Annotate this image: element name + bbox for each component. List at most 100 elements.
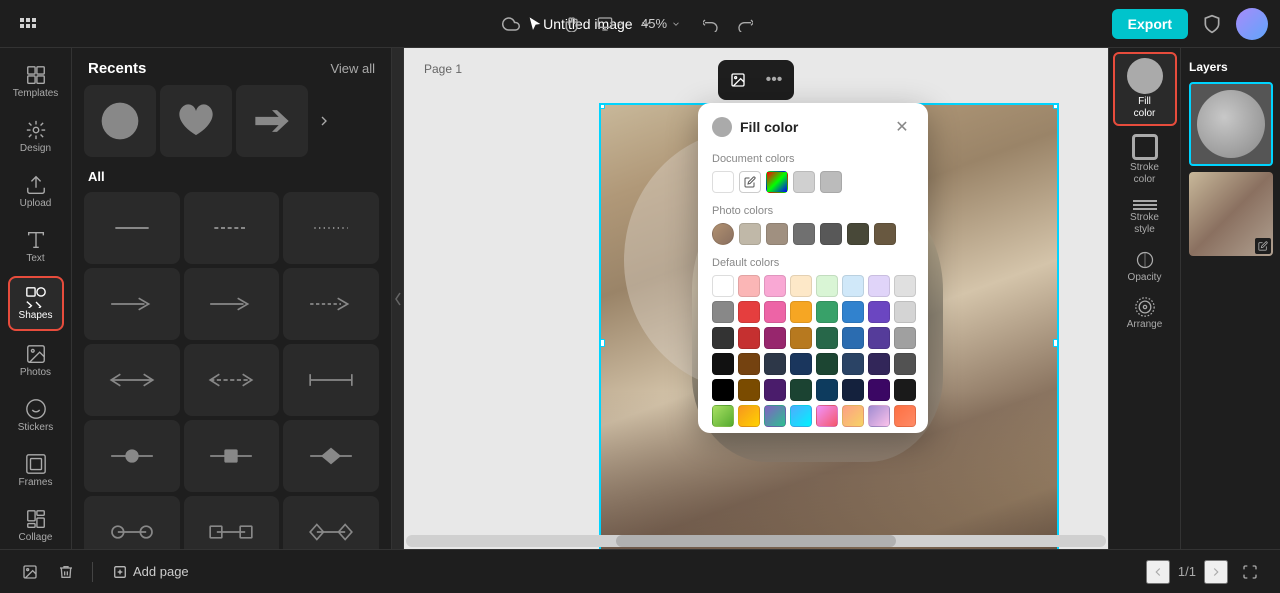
def-color-39[interactable]: [894, 379, 916, 401]
def-color-8[interactable]: [712, 301, 734, 323]
stroke-style-tool[interactable]: Strokestyle: [1113, 194, 1177, 242]
undo-button[interactable]: [695, 8, 727, 40]
doc-color-white[interactable]: [712, 171, 734, 193]
def-color-27[interactable]: [790, 353, 812, 375]
sidebar-item-frames[interactable]: Frames: [8, 445, 64, 496]
def-color-16[interactable]: [712, 327, 734, 349]
def-color-7[interactable]: [894, 275, 916, 297]
hand-tool-button[interactable]: [557, 8, 589, 40]
export-button[interactable]: Export: [1112, 9, 1188, 39]
sidebar-item-collage[interactable]: Collage: [8, 500, 64, 549]
avatar[interactable]: [1236, 8, 1268, 40]
doc-color-gray[interactable]: [820, 171, 842, 193]
view-all-button[interactable]: View all: [330, 61, 375, 76]
def-color-34[interactable]: [764, 379, 786, 401]
recent-shape-circle[interactable]: [84, 85, 156, 157]
def-color-32[interactable]: [712, 379, 734, 401]
resize-handle-mr[interactable]: [1053, 339, 1059, 347]
fill-color-tool[interactable]: Fillcolor: [1113, 52, 1177, 126]
shape-tile-rect-ends[interactable]: [184, 496, 280, 549]
photo-swatch-1[interactable]: [739, 223, 761, 245]
shape-tile-bracket-arrow[interactable]: [283, 344, 379, 416]
canvas-image-tool[interactable]: [722, 64, 754, 96]
shape-tile-circle-line[interactable]: [84, 420, 180, 492]
def-color-4[interactable]: [816, 275, 838, 297]
def-color-17[interactable]: [738, 327, 760, 349]
def-color-0[interactable]: [712, 275, 734, 297]
shape-tile-circle-ends[interactable]: [84, 496, 180, 549]
doc-color-gray-light[interactable]: [793, 171, 815, 193]
def-color-37[interactable]: [842, 379, 864, 401]
resize-handle-ml[interactable]: [599, 339, 605, 347]
def-grad-3[interactable]: [790, 405, 812, 427]
sidebar-item-shapes[interactable]: Shapes: [8, 276, 64, 331]
def-color-33[interactable]: [738, 379, 760, 401]
pointer-tool-button[interactable]: [519, 8, 551, 40]
def-grad-1[interactable]: [738, 405, 760, 427]
page-prev-button[interactable]: [1146, 560, 1170, 584]
def-color-23[interactable]: [894, 327, 916, 349]
doc-color-gradient[interactable]: [766, 171, 788, 193]
shape-tile-solid-line[interactable]: [84, 192, 180, 264]
shape-tile-arrow-dotted[interactable]: [283, 268, 379, 340]
def-color-21[interactable]: [842, 327, 864, 349]
photo-swatch-0[interactable]: [712, 223, 734, 245]
recent-shape-heart[interactable]: [160, 85, 232, 157]
logo-button[interactable]: [12, 8, 44, 40]
def-color-29[interactable]: [842, 353, 864, 375]
sidebar-item-templates[interactable]: Templates: [8, 56, 64, 107]
shape-tile-arrow-right[interactable]: [84, 268, 180, 340]
def-color-20[interactable]: [816, 327, 838, 349]
photo-swatch-4[interactable]: [820, 223, 842, 245]
fullscreen-button[interactable]: [1236, 558, 1264, 586]
def-color-35[interactable]: [790, 379, 812, 401]
def-grad-5[interactable]: [842, 405, 864, 427]
resize-handle-tl[interactable]: [599, 103, 605, 109]
bottom-grid-button[interactable]: [16, 558, 44, 586]
sidebar-item-photos[interactable]: Photos: [8, 335, 64, 386]
shield-button[interactable]: [1196, 8, 1228, 40]
def-grad-0[interactable]: [712, 405, 734, 427]
def-color-30[interactable]: [868, 353, 890, 375]
def-color-25[interactable]: [738, 353, 760, 375]
def-color-36[interactable]: [816, 379, 838, 401]
photo-swatch-3[interactable]: [793, 223, 815, 245]
canvas-scrollbar[interactable]: [406, 535, 1106, 547]
def-color-14[interactable]: [868, 301, 890, 323]
doc-color-pen[interactable]: [739, 171, 761, 193]
shape-tile-diamond-line[interactable]: [283, 420, 379, 492]
def-color-24[interactable]: [712, 353, 734, 375]
def-grad-2[interactable]: [764, 405, 786, 427]
def-color-3[interactable]: [790, 275, 812, 297]
bottom-trash-button[interactable]: [52, 558, 80, 586]
def-grad-4[interactable]: [816, 405, 838, 427]
def-color-15[interactable]: [894, 301, 916, 323]
def-color-19[interactable]: [790, 327, 812, 349]
layer-item-1[interactable]: [1189, 82, 1273, 166]
shape-tile-diamond-ends[interactable]: [283, 496, 379, 549]
add-page-button[interactable]: Add page: [105, 560, 197, 583]
shape-tile-dotted-line[interactable]: [283, 192, 379, 264]
shape-tile-rect-line[interactable]: [184, 420, 280, 492]
canvas-more-button[interactable]: •••: [758, 64, 790, 96]
fill-close-button[interactable]: ✕: [890, 115, 914, 139]
layer-item-2[interactable]: [1189, 172, 1273, 256]
def-color-6[interactable]: [868, 275, 890, 297]
def-color-12[interactable]: [816, 301, 838, 323]
def-color-18[interactable]: [764, 327, 786, 349]
def-color-5[interactable]: [842, 275, 864, 297]
panel-collapse-handle[interactable]: [392, 48, 404, 549]
view-tool-button[interactable]: [595, 8, 627, 40]
def-grad-7[interactable]: [894, 405, 916, 427]
shape-tile-dashed-line[interactable]: [184, 192, 280, 264]
shape-tile-arrow-right-2[interactable]: [184, 268, 280, 340]
def-color-28[interactable]: [816, 353, 838, 375]
shape-tile-double-arrow[interactable]: [84, 344, 180, 416]
sidebar-item-stickers[interactable]: Stickers: [8, 390, 64, 441]
def-color-9[interactable]: [738, 301, 760, 323]
zoom-button[interactable]: 45%: [633, 12, 689, 35]
def-color-10[interactable]: [764, 301, 786, 323]
def-color-38[interactable]: [868, 379, 890, 401]
def-color-22[interactable]: [868, 327, 890, 349]
sidebar-item-text[interactable]: Text: [8, 221, 64, 272]
